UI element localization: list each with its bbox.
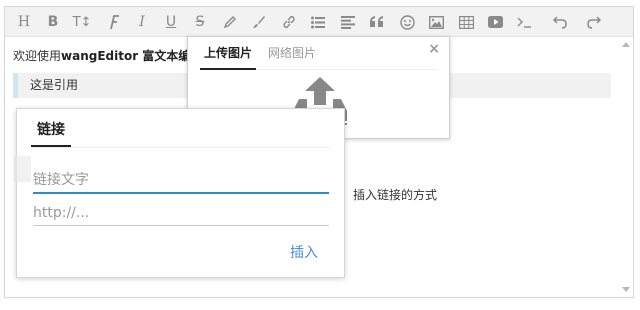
- link-url-input[interactable]: [33, 200, 329, 226]
- link-panel-tabs: 链接: [31, 119, 330, 148]
- font-size-glyph: T↕: [72, 14, 92, 30]
- scroll-up-icon[interactable]: [622, 42, 630, 47]
- font-size-icon[interactable]: T↕: [71, 11, 93, 33]
- strikethrough-glyph: S: [195, 14, 205, 30]
- link-panel: 链接 插入: [14, 108, 345, 278]
- editor-scrollbar[interactable]: [621, 39, 631, 295]
- link-method-paragraph[interactable]: 插入链接的方式: [353, 186, 437, 203]
- list-icon[interactable]: [307, 11, 329, 33]
- italic-glyph: I: [139, 14, 145, 30]
- text-color-icon[interactable]: [219, 11, 241, 33]
- background-color-icon[interactable]: [248, 11, 270, 33]
- undo-icon[interactable]: [549, 11, 571, 33]
- tab-link[interactable]: 链接: [31, 119, 71, 147]
- header-icon[interactable]: H: [13, 11, 35, 33]
- editor-toolbar: H B T↕ I U S: [5, 7, 633, 37]
- welcome-bold-text: wangEditor 富文本编: [61, 49, 191, 63]
- underline-glyph: U: [165, 14, 177, 30]
- font-name-icon[interactable]: [102, 11, 124, 33]
- insert-link-button[interactable]: 插入: [290, 242, 318, 262]
- strikethrough-icon[interactable]: S: [189, 11, 211, 33]
- close-icon[interactable]: ×: [428, 41, 440, 57]
- welcome-prefix: 欢迎使用: [13, 49, 62, 63]
- link-icon[interactable]: [278, 11, 300, 33]
- header-glyph: H: [17, 14, 31, 30]
- italic-icon[interactable]: I: [131, 11, 153, 33]
- tab-network-image[interactable]: 网络图片: [268, 45, 316, 68]
- redo-icon[interactable]: [582, 11, 604, 33]
- bold-icon[interactable]: B: [42, 11, 64, 33]
- table-icon[interactable]: [455, 11, 477, 33]
- justify-icon[interactable]: [337, 11, 359, 33]
- quote-icon[interactable]: [366, 11, 388, 33]
- scroll-down-icon[interactable]: [622, 287, 630, 292]
- emoticon-icon[interactable]: [396, 11, 418, 33]
- code-icon[interactable]: [513, 11, 535, 33]
- bold-glyph: B: [47, 14, 59, 30]
- underline-icon[interactable]: U: [160, 11, 182, 33]
- video-icon[interactable]: [484, 11, 506, 33]
- blockquote-text: 这是引用: [30, 78, 79, 92]
- image-panel-tabs: 上传图片 网络图片: [200, 45, 437, 70]
- image-icon[interactable]: [425, 11, 447, 33]
- link-text-input[interactable]: [33, 168, 329, 194]
- tab-upload-image[interactable]: 上传图片: [200, 45, 257, 70]
- quote-underlay: [14, 156, 31, 182]
- welcome-paragraph[interactable]: 欢迎使用wangEditor 富文本编: [13, 47, 190, 64]
